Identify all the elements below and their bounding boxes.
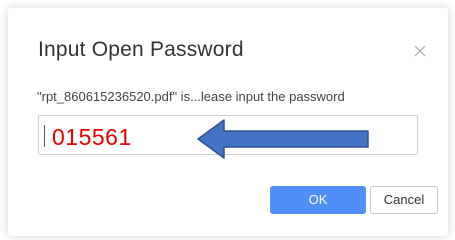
close-icon <box>414 45 426 57</box>
left-arrow-icon <box>197 119 369 159</box>
ok-button[interactable]: OK <box>270 186 366 214</box>
close-button[interactable] <box>412 43 428 59</box>
password-dialog: Input Open Password "rpt_860615236520.pd… <box>8 8 448 236</box>
text-caret <box>44 125 45 147</box>
dialog-title: Input Open Password <box>38 38 244 61</box>
cancel-button[interactable]: Cancel <box>370 186 438 214</box>
dialog-message: "rpt_860615236520.pdf" is...lease input … <box>37 89 345 104</box>
password-annotation: 015561 <box>52 124 132 150</box>
